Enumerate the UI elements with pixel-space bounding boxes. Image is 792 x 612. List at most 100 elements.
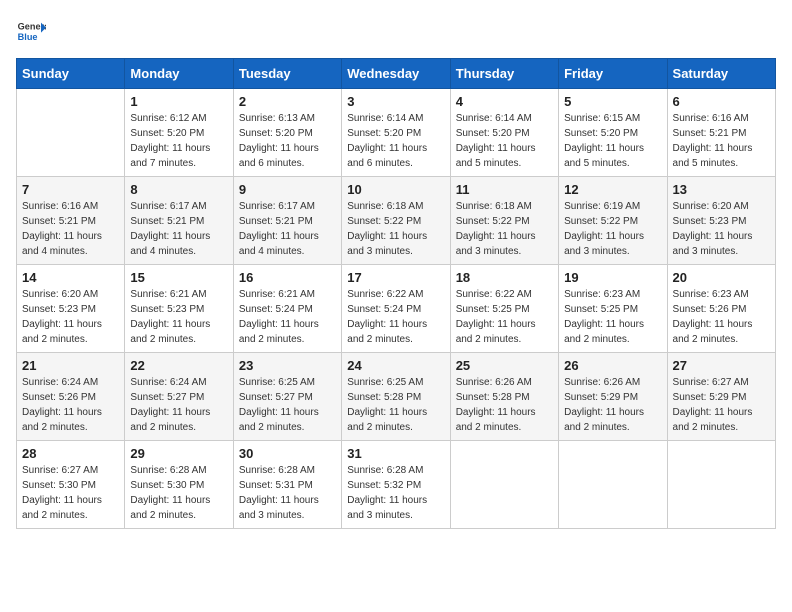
calendar-cell: 10 Sunrise: 6:18 AMSunset: 5:22 PMDayligh… [342, 177, 450, 265]
day-info: Sunrise: 6:22 AMSunset: 5:25 PMDaylight:… [456, 287, 553, 347]
week-row-0: 1 Sunrise: 6:12 AMSunset: 5:20 PMDaylight… [17, 89, 776, 177]
logo-icon: General Blue [16, 16, 46, 46]
day-number: 26 [564, 358, 661, 373]
day-info: Sunrise: 6:28 AMSunset: 5:31 PMDaylight:… [239, 463, 336, 523]
day-number: 27 [673, 358, 770, 373]
day-number: 31 [347, 446, 444, 461]
weekday-header-row: SundayMondayTuesdayWednesdayThursdayFrid… [17, 59, 776, 89]
day-info: Sunrise: 6:18 AMSunset: 5:22 PMDaylight:… [456, 199, 553, 259]
week-row-4: 28 Sunrise: 6:27 AMSunset: 5:30 PMDayligh… [17, 441, 776, 529]
day-info: Sunrise: 6:22 AMSunset: 5:24 PMDaylight:… [347, 287, 444, 347]
weekday-thursday: Thursday [450, 59, 558, 89]
calendar-cell: 6 Sunrise: 6:16 AMSunset: 5:21 PMDaylight… [667, 89, 775, 177]
calendar-cell: 4 Sunrise: 6:14 AMSunset: 5:20 PMDaylight… [450, 89, 558, 177]
page-header: General Blue [16, 16, 776, 46]
calendar-cell: 25 Sunrise: 6:26 AMSunset: 5:28 PMDayligh… [450, 353, 558, 441]
day-number: 10 [347, 182, 444, 197]
day-number: 8 [130, 182, 227, 197]
calendar-cell: 20 Sunrise: 6:23 AMSunset: 5:26 PMDayligh… [667, 265, 775, 353]
day-info: Sunrise: 6:18 AMSunset: 5:22 PMDaylight:… [347, 199, 444, 259]
calendar-cell: 22 Sunrise: 6:24 AMSunset: 5:27 PMDayligh… [125, 353, 233, 441]
calendar-cell: 13 Sunrise: 6:20 AMSunset: 5:23 PMDayligh… [667, 177, 775, 265]
day-number: 4 [456, 94, 553, 109]
day-number: 11 [456, 182, 553, 197]
day-info: Sunrise: 6:28 AMSunset: 5:32 PMDaylight:… [347, 463, 444, 523]
day-number: 16 [239, 270, 336, 285]
calendar-cell [450, 441, 558, 529]
weekday-monday: Monday [125, 59, 233, 89]
calendar-cell [667, 441, 775, 529]
day-number: 7 [22, 182, 119, 197]
calendar-cell [559, 441, 667, 529]
day-number: 2 [239, 94, 336, 109]
calendar-cell: 2 Sunrise: 6:13 AMSunset: 5:20 PMDaylight… [233, 89, 341, 177]
day-info: Sunrise: 6:25 AMSunset: 5:28 PMDaylight:… [347, 375, 444, 435]
day-number: 24 [347, 358, 444, 373]
calendar-table: SundayMondayTuesdayWednesdayThursdayFrid… [16, 58, 776, 529]
day-info: Sunrise: 6:16 AMSunset: 5:21 PMDaylight:… [673, 111, 770, 171]
calendar-cell: 8 Sunrise: 6:17 AMSunset: 5:21 PMDaylight… [125, 177, 233, 265]
svg-text:Blue: Blue [18, 32, 38, 42]
day-number: 6 [673, 94, 770, 109]
day-info: Sunrise: 6:12 AMSunset: 5:20 PMDaylight:… [130, 111, 227, 171]
day-info: Sunrise: 6:15 AMSunset: 5:20 PMDaylight:… [564, 111, 661, 171]
weekday-saturday: Saturday [667, 59, 775, 89]
day-info: Sunrise: 6:14 AMSunset: 5:20 PMDaylight:… [456, 111, 553, 171]
day-info: Sunrise: 6:20 AMSunset: 5:23 PMDaylight:… [673, 199, 770, 259]
day-info: Sunrise: 6:17 AMSunset: 5:21 PMDaylight:… [130, 199, 227, 259]
day-info: Sunrise: 6:25 AMSunset: 5:27 PMDaylight:… [239, 375, 336, 435]
calendar-cell: 17Sunrise: 6:22 AMSunset: 5:24 PMDayligh… [342, 265, 450, 353]
calendar-cell: 28 Sunrise: 6:27 AMSunset: 5:30 PMDayligh… [17, 441, 125, 529]
week-row-2: 14 Sunrise: 6:20 AMSunset: 5:23 PMDayligh… [17, 265, 776, 353]
day-info: Sunrise: 6:26 AMSunset: 5:28 PMDaylight:… [456, 375, 553, 435]
day-info: Sunrise: 6:19 AMSunset: 5:22 PMDaylight:… [564, 199, 661, 259]
day-info: Sunrise: 6:20 AMSunset: 5:23 PMDaylight:… [22, 287, 119, 347]
day-number: 5 [564, 94, 661, 109]
calendar-cell: 27Sunrise: 6:27 AMSunset: 5:29 PMDayligh… [667, 353, 775, 441]
calendar-cell: 18Sunrise: 6:22 AMSunset: 5:25 PMDayligh… [450, 265, 558, 353]
week-row-1: 7 Sunrise: 6:16 AMSunset: 5:21 PMDaylight… [17, 177, 776, 265]
day-number: 30 [239, 446, 336, 461]
calendar-cell: 1 Sunrise: 6:12 AMSunset: 5:20 PMDaylight… [125, 89, 233, 177]
day-number: 19 [564, 270, 661, 285]
day-number: 20 [673, 270, 770, 285]
day-info: Sunrise: 6:28 AMSunset: 5:30 PMDaylight:… [130, 463, 227, 523]
day-number: 29 [130, 446, 227, 461]
calendar-cell: 30 Sunrise: 6:28 AMSunset: 5:31 PMDayligh… [233, 441, 341, 529]
calendar-cell: 31 Sunrise: 6:28 AMSunset: 5:32 PMDayligh… [342, 441, 450, 529]
calendar-cell: 29 Sunrise: 6:28 AMSunset: 5:30 PMDayligh… [125, 441, 233, 529]
day-info: Sunrise: 6:23 AMSunset: 5:26 PMDaylight:… [673, 287, 770, 347]
day-number: 25 [456, 358, 553, 373]
calendar-cell: 26Sunrise: 6:26 AMSunset: 5:29 PMDayligh… [559, 353, 667, 441]
weekday-sunday: Sunday [17, 59, 125, 89]
weekday-friday: Friday [559, 59, 667, 89]
day-info: Sunrise: 6:14 AMSunset: 5:20 PMDaylight:… [347, 111, 444, 171]
calendar-cell: 5 Sunrise: 6:15 AMSunset: 5:20 PMDaylight… [559, 89, 667, 177]
day-number: 1 [130, 94, 227, 109]
day-info: Sunrise: 6:13 AMSunset: 5:20 PMDaylight:… [239, 111, 336, 171]
day-number: 12 [564, 182, 661, 197]
calendar-cell: 7 Sunrise: 6:16 AMSunset: 5:21 PMDaylight… [17, 177, 125, 265]
day-number: 14 [22, 270, 119, 285]
calendar-cell: 16 Sunrise: 6:21 AMSunset: 5:24 PMDayligh… [233, 265, 341, 353]
day-number: 22 [130, 358, 227, 373]
day-number: 13 [673, 182, 770, 197]
calendar-cell: 14 Sunrise: 6:20 AMSunset: 5:23 PMDayligh… [17, 265, 125, 353]
day-info: Sunrise: 6:27 AMSunset: 5:30 PMDaylight:… [22, 463, 119, 523]
calendar-cell: 21Sunrise: 6:24 AMSunset: 5:26 PMDayligh… [17, 353, 125, 441]
day-info: Sunrise: 6:24 AMSunset: 5:27 PMDaylight:… [130, 375, 227, 435]
calendar-body: 1 Sunrise: 6:12 AMSunset: 5:20 PMDaylight… [17, 89, 776, 529]
logo: General Blue [16, 16, 46, 46]
calendar-cell: 11 Sunrise: 6:18 AMSunset: 5:22 PMDayligh… [450, 177, 558, 265]
day-info: Sunrise: 6:21 AMSunset: 5:23 PMDaylight:… [130, 287, 227, 347]
day-info: Sunrise: 6:17 AMSunset: 5:21 PMDaylight:… [239, 199, 336, 259]
day-info: Sunrise: 6:21 AMSunset: 5:24 PMDaylight:… [239, 287, 336, 347]
weekday-wednesday: Wednesday [342, 59, 450, 89]
calendar-cell: 24 Sunrise: 6:25 AMSunset: 5:28 PMDayligh… [342, 353, 450, 441]
calendar-cell: 3 Sunrise: 6:14 AMSunset: 5:20 PMDaylight… [342, 89, 450, 177]
weekday-tuesday: Tuesday [233, 59, 341, 89]
calendar-cell: 9Sunrise: 6:17 AMSunset: 5:21 PMDaylight… [233, 177, 341, 265]
day-number: 3 [347, 94, 444, 109]
day-info: Sunrise: 6:16 AMSunset: 5:21 PMDaylight:… [22, 199, 119, 259]
day-number: 28 [22, 446, 119, 461]
